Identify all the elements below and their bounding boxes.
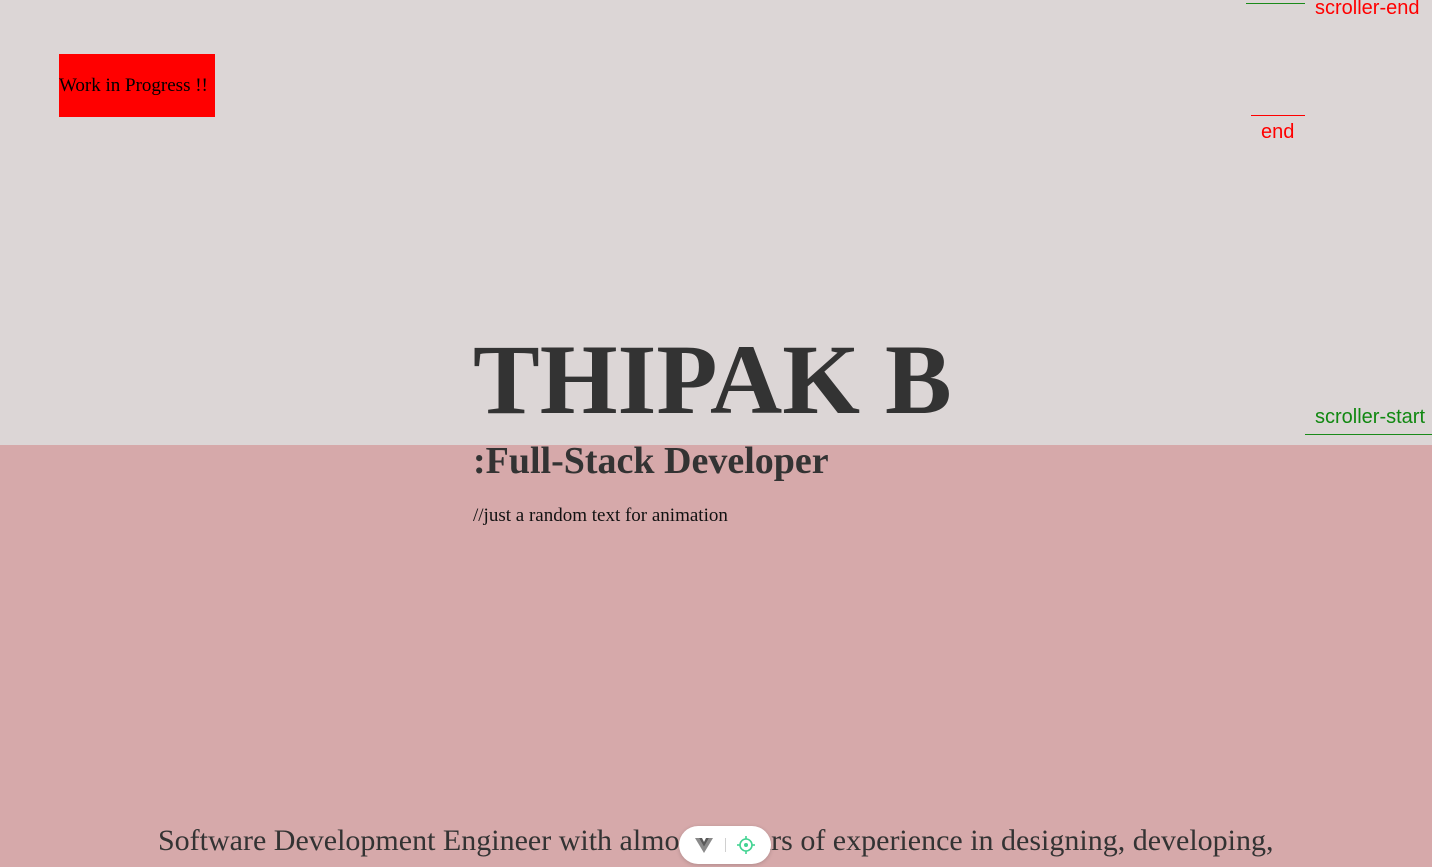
vue-logo-icon[interactable] (693, 834, 715, 856)
hero-note-text: //just a random text for animation (473, 505, 728, 526)
target-inspect-icon[interactable] (735, 834, 757, 856)
vue-devtools-toolbar (679, 826, 771, 864)
end-marker-line (1251, 115, 1305, 116)
toolbar-divider (724, 838, 726, 852)
hero-role-subheading: :Full-Stack Developer (473, 440, 829, 482)
hero-name-heading: THIPAK B (473, 324, 952, 435)
scroller-end-marker-line (1246, 3, 1305, 4)
scroller-end-marker: scroller-end (1315, 0, 1420, 19)
scroller-start-marker-line (1305, 434, 1432, 435)
work-in-progress-badge: Work in Progress !! (59, 54, 215, 117)
end-marker: end (1261, 121, 1295, 143)
scroller-start-marker: scroller-start (1315, 406, 1426, 428)
